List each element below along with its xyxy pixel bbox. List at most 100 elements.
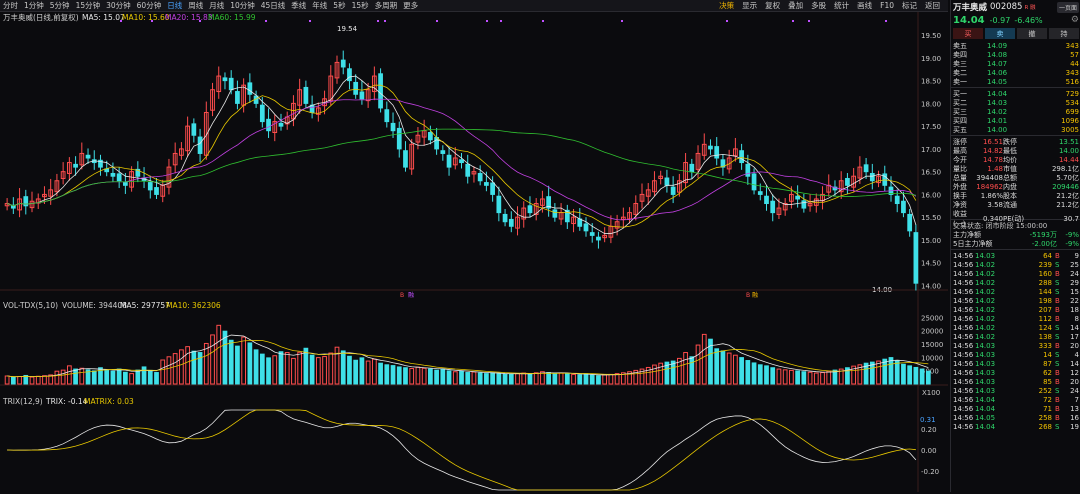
period-tab[interactable]: 更多 — [400, 0, 421, 11]
volume-bar — [35, 375, 41, 385]
toolbar-item[interactable]: 多股 — [807, 0, 830, 11]
stat-value: 5.70亿 — [1056, 174, 1079, 182]
bid-row: 买一 14.04 729 — [951, 89, 1080, 98]
volume-bar — [901, 363, 906, 385]
period-tab[interactable]: 5分钟 — [47, 0, 73, 11]
period-tab[interactable]: 45日线 — [258, 0, 289, 11]
marker-rong2: 融 — [752, 291, 758, 299]
tick-side: B — [1055, 395, 1060, 404]
volume-bar — [272, 355, 278, 385]
tick-price: 14.02 — [975, 296, 996, 305]
volume-bar — [428, 368, 433, 385]
volume-bar — [17, 376, 22, 385]
period-tab[interactable]: 15秒 — [349, 0, 372, 11]
volume-bar — [789, 369, 794, 385]
period-tab[interactable]: 月线 — [206, 0, 227, 11]
toolbar-item[interactable]: 复权 — [761, 0, 784, 11]
tick-volume: 64 — [1043, 251, 1052, 260]
stat-value: 16.51 — [982, 138, 1003, 146]
toolbar-item[interactable]: 标记 — [898, 0, 921, 11]
trix-title: TRIX(12,9) — [2, 397, 43, 406]
candle-body — [863, 164, 869, 173]
book-volume: 44 — [1070, 60, 1079, 68]
volume-bar — [689, 356, 695, 385]
price-axis-label: 15.00 — [921, 237, 941, 245]
volume-bar — [228, 339, 234, 385]
toolbar-item[interactable]: 显示 — [738, 0, 761, 11]
volume-bar — [347, 355, 352, 385]
vol-title: VOL-TDX(5,10) — [3, 301, 58, 310]
tick-time: 14:56 — [953, 287, 974, 296]
period-tab[interactable]: 1分钟 — [21, 0, 47, 11]
period-tab[interactable]: 季线 — [288, 0, 309, 11]
volume-bar — [583, 373, 589, 385]
settings-gear-icon[interactable]: ⚙ — [1071, 15, 1079, 25]
tick-time: 14:56 — [953, 305, 974, 314]
volume-bar — [371, 358, 377, 385]
tick-count: 19 — [1070, 422, 1079, 431]
volume-bar — [484, 373, 489, 385]
book-price: 14.07 — [987, 60, 1008, 68]
toolbar-item[interactable]: 统计 — [830, 0, 853, 11]
volume-bar — [589, 374, 595, 385]
period-tab[interactable]: 15分钟 — [73, 0, 104, 11]
volume-bar — [141, 366, 147, 385]
period-tab[interactable]: 30分钟 — [103, 0, 134, 11]
book-volume: 3005 — [1061, 126, 1079, 134]
cancel-order-button[interactable]: 撤 — [1017, 28, 1047, 39]
buy-button[interactable]: 买 — [953, 28, 983, 39]
volume-bar — [79, 367, 85, 385]
event-dot-icon — [792, 20, 794, 22]
book-volume: 516 — [1065, 78, 1079, 86]
candle-body — [583, 223, 589, 232]
tick-count: 7 — [1074, 395, 1079, 404]
tick-count: 8 — [1074, 314, 1079, 323]
period-tab[interactable]: 10分钟 — [227, 0, 258, 11]
tick-price: 14.04 — [975, 404, 996, 413]
volume-bar — [683, 352, 688, 385]
sell-button[interactable]: 卖 — [985, 28, 1015, 39]
candle-body — [477, 172, 483, 182]
stat-value: 1.86% — [980, 192, 1003, 200]
price-change-pct: -6.46% — [1014, 15, 1043, 25]
period-tab[interactable]: 年线 — [309, 0, 330, 11]
tick-volume: 333 — [1038, 341, 1052, 350]
tick-volume: 14 — [1043, 350, 1052, 359]
period-tab[interactable]: 多周期 — [372, 0, 401, 11]
toolbar-item[interactable]: F10 — [876, 1, 898, 10]
volume-bar — [322, 356, 327, 385]
chart-toolbar: 决策 显示 复权 叠加 多股 统计 画线 F10 标记 返回 — [715, 0, 944, 11]
volume-bar — [471, 371, 477, 385]
volume-bar — [353, 359, 359, 385]
tick-time: 14:56 — [953, 350, 974, 359]
toolbar-item[interactable]: 返回 — [921, 0, 944, 11]
book-price: 14.06 — [987, 69, 1008, 77]
period-tab[interactable]: 周线 — [185, 0, 206, 11]
page-menu-button[interactable]: 一页面 — [1056, 1, 1079, 13]
toolbar-item[interactable]: 叠加 — [784, 0, 807, 11]
trade-status: 交易状态: 闭市阶段 15:00:00 — [951, 221, 1080, 230]
candle-body — [228, 77, 234, 91]
tick-side: B — [1055, 413, 1060, 422]
toolbar-item[interactable]: 画线 — [853, 0, 876, 11]
bid-row: 买五 14.00 3005 — [951, 125, 1080, 134]
holdings-button[interactable]: 持 — [1049, 28, 1079, 39]
tick-row: 14:56 14.02 198 B 22 — [951, 296, 1080, 305]
chart-area[interactable]: 万丰奥威(日线,前复权) MA5: 15.07 MA10: 15.60 MA20… — [0, 12, 948, 492]
tick-side: B — [1055, 377, 1060, 386]
book-price: 14.01 — [987, 117, 1008, 125]
price-line: 14.04 -0.97 -6.46% ⚙ — [951, 14, 1080, 26]
period-tab[interactable]: 60分钟 — [134, 0, 165, 11]
period-tab[interactable]: 5秒 — [330, 0, 348, 11]
period-tab[interactable]: 分时 — [0, 0, 21, 11]
kline-chart-svg[interactable]: 万丰奥威(日线,前复权) MA5: 15.07 MA10: 15.60 MA20… — [0, 12, 948, 492]
tick-price: 14.04 — [975, 395, 996, 404]
event-dot-icon — [265, 20, 267, 22]
tick-list[interactable]: 14:56 14.03 64 B 9 14:56 14.02 239 S 25 14:56 14.02… — [951, 251, 1080, 431]
toolbar-item[interactable]: 决策 — [715, 0, 738, 11]
tick-time: 14:56 — [953, 296, 974, 305]
flow-row: 主力净额 -5193万 -9% — [951, 230, 1080, 239]
period-tab[interactable]: 日线 — [164, 0, 185, 11]
tick-time: 14:56 — [953, 377, 974, 386]
candle-body — [266, 118, 271, 132]
